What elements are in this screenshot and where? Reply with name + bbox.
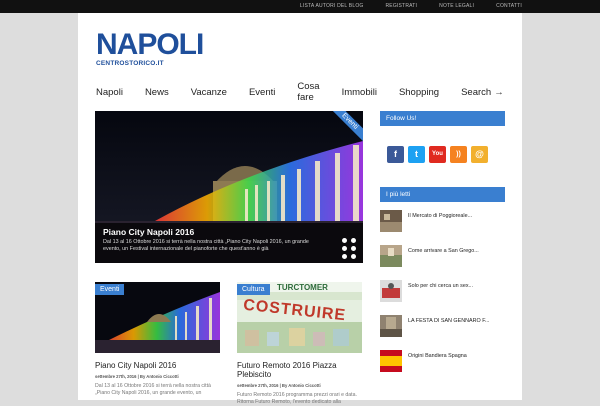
article-category-badge[interactable]: Eventi: [95, 284, 125, 295]
popular-item[interactable]: Origini Bandiera Spagna: [380, 350, 505, 385]
article-category-badge[interactable]: Cultura: [237, 284, 270, 295]
nav-item-immobili[interactable]: Immobili: [342, 87, 377, 98]
article-title[interactable]: Piano City Napoli 2016: [95, 361, 220, 370]
nav-search-label: Search: [461, 86, 492, 98]
top-link-registrati[interactable]: REGISTRATI: [375, 0, 429, 13]
nav-item-eventi[interactable]: Eventi: [249, 87, 275, 98]
top-link-note-legali[interactable]: NOTE LEGALI: [428, 0, 485, 13]
popular-title[interactable]: LA FESTA DI SAN GENNARO F...: [408, 318, 489, 324]
popular-title[interactable]: Il Mercato di Poggioreale...: [408, 213, 472, 219]
youtube-icon[interactable]: You: [429, 146, 446, 163]
article-meta: settembre 27th, 2016 | By Antonio Ciccot…: [95, 374, 179, 379]
popular-title[interactable]: Solo per chi cerca un sex...: [408, 283, 473, 289]
nav-item-napoli[interactable]: Napoli: [96, 87, 123, 98]
popular-thumbnail: [380, 245, 402, 267]
top-bar: LISTA AUTORI DEL BLOG REGISTRATI NOTE LE…: [0, 0, 600, 13]
featured-slider[interactable]: Eventi Piano City Napoli 2016 Dal 13 al …: [95, 111, 363, 263]
slider-dot[interactable]: [342, 238, 347, 243]
featured-caption: Piano City Napoli 2016 Dal 13 al 16 Otto…: [95, 223, 363, 263]
article-excerpt: Dal 13 al 16 Ottobre 2016 si terrà nella…: [95, 383, 211, 396]
slider-dot[interactable]: [351, 246, 356, 251]
logo-subtitle: CENTROSTORICO.IT: [96, 60, 203, 67]
slider-dot[interactable]: [351, 254, 356, 259]
top-links: LISTA AUTORI DEL BLOG REGISTRATI NOTE LE…: [289, 0, 522, 13]
site-logo[interactable]: NAPOLI CENTROSTORICO.IT: [96, 28, 204, 68]
popular-thumbnail: [380, 280, 402, 302]
slider-dot[interactable]: [351, 238, 356, 243]
popular-item[interactable]: Solo per chi cerca un sex...: [380, 280, 505, 315]
follow-us-header: Follow Us!: [380, 111, 505, 126]
top-link-autori[interactable]: LISTA AUTORI DEL BLOG: [289, 0, 375, 13]
logo-sub-storico: STORICO: [124, 60, 156, 67]
slider-dots: [342, 238, 357, 259]
facebook-icon[interactable]: f: [387, 146, 404, 163]
popular-list: Il Mercato di Poggioreale... Come arriva…: [380, 210, 505, 385]
rss-icon[interactable]: )): [450, 146, 467, 163]
logo-sub-suffix: .IT: [155, 60, 164, 67]
article-meta: settembre 27th, 2016 | By Antonio Ciccot…: [237, 383, 321, 388]
featured-excerpt: Dal 13 al 16 Ottobre 2016 si terrà nella…: [103, 239, 309, 252]
nav-search[interactable]: Search →: [461, 87, 504, 98]
article-title[interactable]: Futuro Remoto 2016 Piazza Plebiscito: [237, 361, 362, 379]
social-icons: f t You )) @: [387, 146, 488, 163]
slider-dot[interactable]: [342, 246, 347, 251]
twitter-icon[interactable]: t: [408, 146, 425, 163]
popular-item[interactable]: Il Mercato di Poggioreale...: [380, 210, 505, 245]
page-container: NAPOLI CENTROSTORICO.IT Napoli News Vaca…: [78, 13, 522, 405]
article-excerpt: Futuro Remoto 2016 programma prezzi orar…: [237, 392, 357, 405]
nav-item-cosa-fare[interactable]: Cosa fare: [297, 81, 319, 103]
article-thumbnail[interactable]: Eventi: [95, 282, 220, 353]
article-card: TURCTOMER COSTRUIRE Cultura Futuro Remot…: [237, 282, 362, 406]
logo-sub-prefix: CENTRO: [96, 60, 125, 67]
spain-flag-icon: [380, 350, 402, 372]
popular-title[interactable]: Origini Bandiera Spagna: [408, 353, 467, 359]
popular-thumbnail: [380, 315, 402, 337]
popular-title[interactable]: Come arrivare a San Grego...: [408, 248, 479, 254]
nav-item-vacanze[interactable]: Vacanze: [191, 87, 227, 98]
popular-thumbnail: [380, 210, 402, 232]
popular-item[interactable]: LA FESTA DI SAN GENNARO F...: [380, 315, 505, 350]
popular-item[interactable]: Come arrivare a San Grego...: [380, 245, 505, 280]
email-icon[interactable]: @: [471, 146, 488, 163]
top-link-contatti[interactable]: CONTATTI: [485, 0, 522, 13]
thumbnail-overlay-logo: TURCTOMER: [277, 283, 328, 292]
nav-item-shopping[interactable]: Shopping: [399, 87, 439, 98]
slider-dot[interactable]: [342, 254, 347, 259]
article-thumbnail[interactable]: TURCTOMER COSTRUIRE Cultura: [237, 282, 362, 353]
popular-header: I più letti: [380, 187, 505, 202]
nav-item-news[interactable]: News: [145, 87, 169, 98]
logo-title: NAPOLI: [96, 28, 204, 61]
main-nav: Napoli News Vacanze Eventi Cosa fare Imm…: [96, 81, 526, 103]
article-card: Eventi Piano City Napoli 2016 settembre …: [95, 282, 220, 397]
featured-title[interactable]: Piano City Napoli 2016: [103, 227, 194, 237]
arrow-right-icon: →: [494, 86, 504, 98]
